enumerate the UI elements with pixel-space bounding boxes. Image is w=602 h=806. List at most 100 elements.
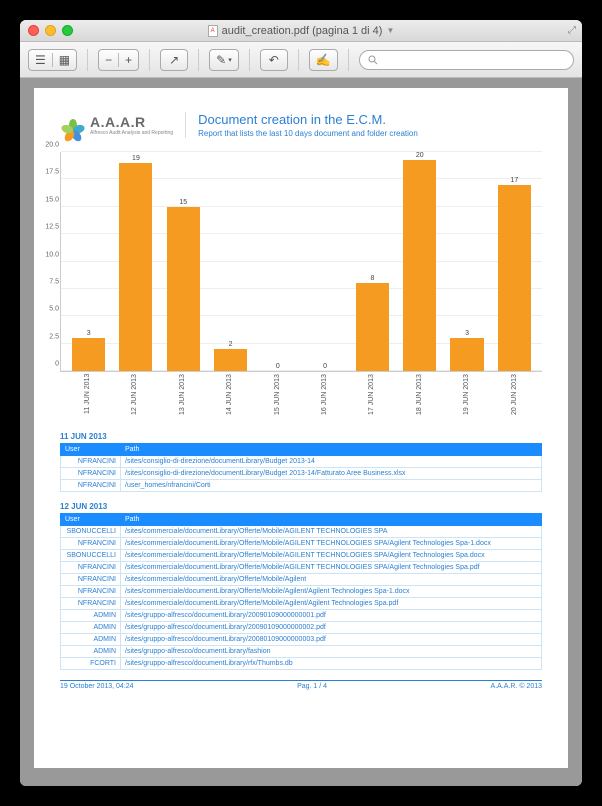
markup-button[interactable]: ✍ — [309, 49, 338, 71]
table-row: NFRANCINI/sites/consiglio-di-direzione/d… — [61, 468, 542, 480]
col-path: Path — [121, 444, 542, 456]
cell-user: SBONUCCELLI — [61, 550, 121, 562]
chart-bar: 20 — [396, 152, 443, 371]
window-title: A audit_creation.pdf (pagina 1 di 4) ▼ — [20, 25, 582, 37]
table-row: ADMIN/sites/gruppo-alfresco/documentLibr… — [61, 610, 542, 622]
document-viewport[interactable]: A.A.A.R Alfresco Audit Analysis and Repo… — [20, 78, 582, 786]
cell-user: NFRANCINI — [61, 468, 121, 480]
document-subtitle: Report that lists the last 10 days docum… — [198, 129, 418, 138]
app-window: A audit_creation.pdf (pagina 1 di 4) ▼ ⤢… — [20, 20, 582, 786]
chart-bar: 15 — [160, 152, 207, 371]
chart-bar: 3 — [443, 152, 490, 371]
section-date: 12 JUN 2013 — [60, 502, 542, 511]
cell-user: NFRANCINI — [61, 562, 121, 574]
col-path: Path — [121, 514, 542, 526]
table-row: ADMIN/sites/gruppo-alfresco/documentLibr… — [61, 622, 542, 634]
cell-user: ADMIN — [61, 646, 121, 658]
table-row: NFRANCINI/sites/commerciale/documentLibr… — [61, 598, 542, 610]
chart-x-axis: 11 JUN 201312 JUN 201313 JUN 201314 JUN … — [60, 374, 542, 422]
cell-path: /sites/commerciale/documentLibrary/Offer… — [121, 586, 542, 598]
zoom-out-icon[interactable]: − — [99, 53, 119, 67]
creation-chart: 02.55.07.510.012.515.017.520.03191520082… — [60, 152, 542, 372]
toolbar: ☰ ▦ − + ↗ ✎▾ ↶ ✍ — [20, 42, 582, 78]
footer-copyright: A.A.A.R. © 2013 — [491, 683, 542, 690]
table-row: NFRANCINI/sites/commerciale/documentLibr… — [61, 562, 542, 574]
view-mode-group[interactable]: ☰ ▦ — [28, 49, 77, 71]
highlight-icon: ✎ — [216, 53, 226, 67]
cell-path: /sites/commerciale/documentLibrary/Offer… — [121, 574, 542, 586]
highlight-button[interactable]: ✎▾ — [209, 49, 239, 71]
rotate-icon: ↶ — [269, 53, 279, 67]
search-icon — [368, 55, 378, 65]
cell-path: /sites/commerciale/documentLibrary/Offer… — [121, 562, 542, 574]
rotate-button[interactable]: ↶ — [260, 49, 288, 71]
cell-user: NFRANCINI — [61, 538, 121, 550]
table-row: NFRANCINI/sites/commerciale/documentLibr… — [61, 538, 542, 550]
cell-user: ADMIN — [61, 622, 121, 634]
cell-user: NFRANCINI — [61, 574, 121, 586]
cell-path: /sites/gruppo-alfresco/documentLibrary/2… — [121, 622, 542, 634]
chart-bar: 0 — [254, 152, 301, 371]
share-icon: ↗ — [169, 53, 179, 67]
table-row: NFRANCINI/user_homes/nfrancini/Corti — [61, 480, 542, 492]
cell-user: SBONUCCELLI — [61, 526, 121, 538]
cell-path: /sites/gruppo-alfresco/documentLibrary/2… — [121, 610, 542, 622]
cell-user: NFRANCINI — [61, 598, 121, 610]
chart-bar: 3 — [65, 152, 112, 371]
footer-timestamp: 19 October 2013, 04:24 — [60, 683, 134, 690]
col-user: User — [61, 514, 121, 526]
fullscreen-button[interactable]: ⤢ — [568, 25, 576, 36]
logo-mark — [60, 112, 86, 138]
chart-bar: 2 — [207, 152, 254, 371]
cell-path: /sites/consiglio-di-direzione/documentLi… — [121, 468, 542, 480]
table-row: ADMIN/sites/gruppo-alfresco/documentLibr… — [61, 646, 542, 658]
cell-path: /sites/gruppo-alfresco/documentLibrary/f… — [121, 646, 542, 658]
table-row: NFRANCINI/sites/commerciale/documentLibr… — [61, 574, 542, 586]
search-input[interactable] — [359, 50, 574, 70]
markup-icon: ✍ — [316, 53, 331, 67]
cell-user: NFRANCINI — [61, 456, 121, 468]
table-row: NFRANCINI/sites/commerciale/documentLibr… — [61, 586, 542, 598]
cell-path: /sites/gruppo-alfresco/documentLibrary/r… — [121, 658, 542, 670]
cell-path: /sites/commerciale/documentLibrary/Offer… — [121, 526, 542, 538]
cell-user: NFRANCINI — [61, 586, 121, 598]
cell-path: /user_homes/nfrancini/Corti — [121, 480, 542, 492]
document-title: Document creation in the E.C.M. — [198, 112, 418, 127]
report-header: A.A.A.R Alfresco Audit Analysis and Repo… — [60, 112, 542, 138]
logo: A.A.A.R Alfresco Audit Analysis and Repo… — [60, 112, 173, 138]
cell-user: ADMIN — [61, 610, 121, 622]
zoom-in-icon[interactable]: + — [119, 53, 138, 67]
table-row: FCORTI/sites/gruppo-alfresco/documentLib… — [61, 658, 542, 670]
chart-bar: 8 — [349, 152, 396, 371]
sidebar-icon[interactable]: ☰ — [29, 53, 53, 67]
table-row: ADMIN/sites/gruppo-alfresco/documentLibr… — [61, 634, 542, 646]
title-dropdown-icon[interactable]: ▼ — [386, 26, 394, 35]
footer-page: Pag. 1 / 4 — [297, 683, 327, 690]
data-tables: 11 JUN 2013UserPathNFRANCINI/sites/consi… — [60, 432, 542, 670]
cell-user: ADMIN — [61, 634, 121, 646]
cell-path: /sites/consiglio-di-direzione/documentLi… — [121, 456, 542, 468]
section-date: 11 JUN 2013 — [60, 432, 542, 441]
logo-subtitle: Alfresco Audit Analysis and Reporting — [90, 130, 173, 136]
audit-table: UserPathNFRANCINI/sites/consiglio-di-dir… — [60, 443, 542, 492]
table-row: SBONUCCELLI/sites/commerciale/documentLi… — [61, 526, 542, 538]
title-text: audit_creation.pdf (pagina 1 di 4) — [222, 25, 383, 37]
thumbnails-icon[interactable]: ▦ — [53, 53, 76, 67]
share-button[interactable]: ↗ — [160, 49, 188, 71]
cell-user: FCORTI — [61, 658, 121, 670]
chart-bar: 19 — [112, 152, 159, 371]
page-footer: 19 October 2013, 04:24 Pag. 1 / 4 A.A.A.… — [60, 680, 542, 690]
logo-text: A.A.A.R — [90, 114, 173, 130]
chart-bar: 0 — [301, 152, 348, 371]
cell-user: NFRANCINI — [61, 480, 121, 492]
titlebar: A audit_creation.pdf (pagina 1 di 4) ▼ ⤢ — [20, 20, 582, 42]
table-row: NFRANCINI/sites/consiglio-di-direzione/d… — [61, 456, 542, 468]
document-title-block: Document creation in the E.C.M. Report t… — [198, 112, 418, 138]
audit-table: UserPathSBONUCCELLI/sites/commerciale/do… — [60, 513, 542, 670]
pdf-icon: A — [208, 25, 218, 37]
table-row: SBONUCCELLI/sites/commerciale/documentLi… — [61, 550, 542, 562]
col-user: User — [61, 444, 121, 456]
pdf-page: A.A.A.R Alfresco Audit Analysis and Repo… — [34, 88, 568, 768]
zoom-group[interactable]: − + — [98, 49, 139, 71]
cell-path: /sites/commerciale/documentLibrary/Offer… — [121, 538, 542, 550]
